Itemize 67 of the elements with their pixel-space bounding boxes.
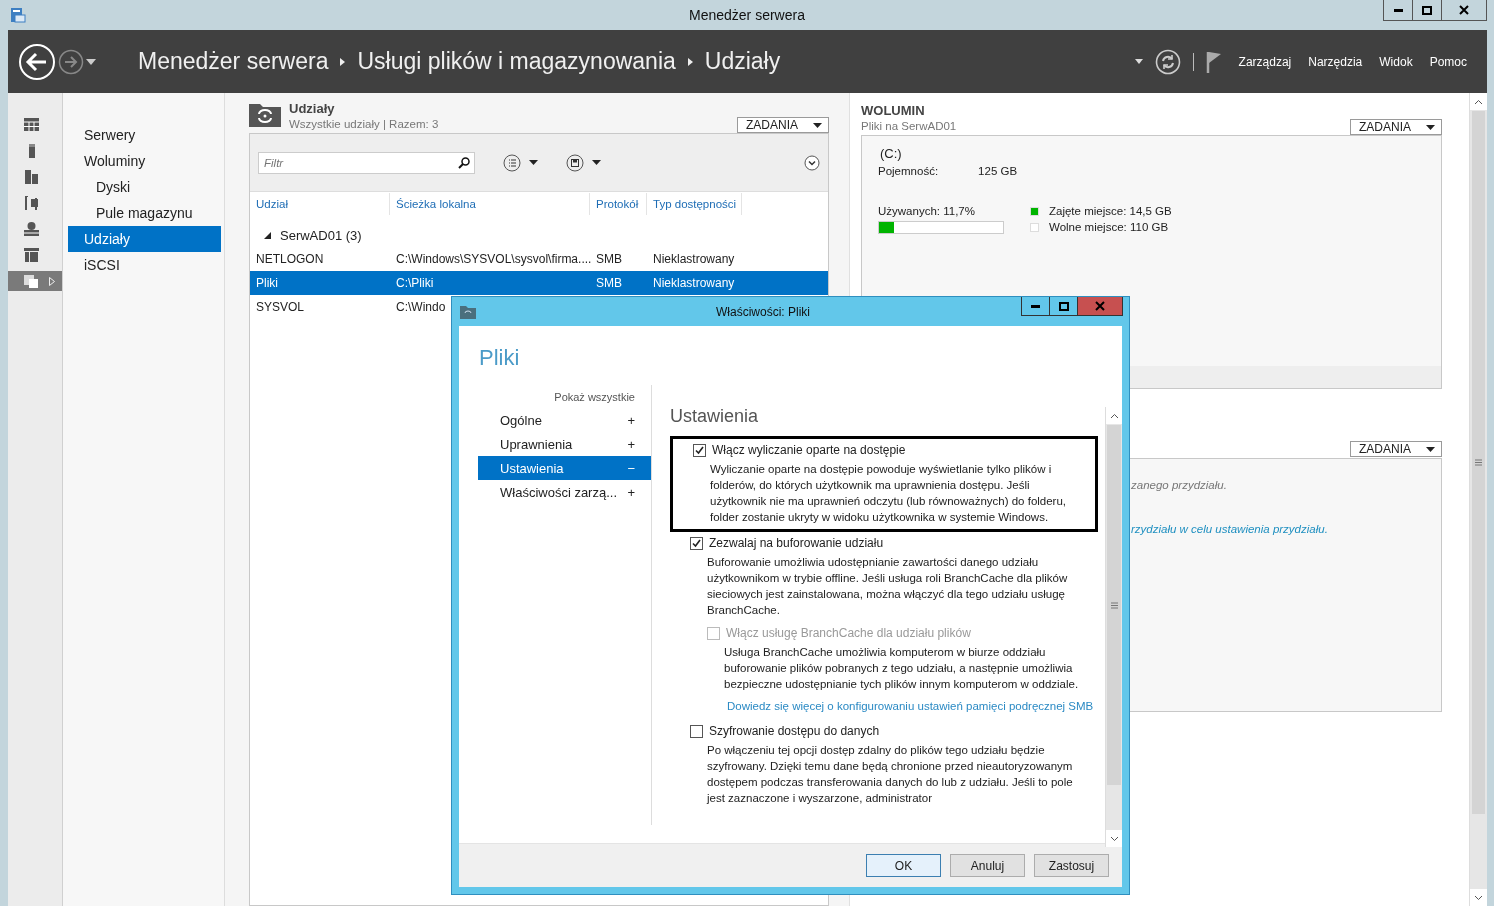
drive-label: (C:) bbox=[880, 146, 903, 161]
column-header[interactable]: Ścieżka lokalna bbox=[390, 193, 590, 215]
tasks-dropdown[interactable]: ZADANIA bbox=[737, 117, 829, 133]
filter-field[interactable]: Filtr bbox=[258, 151, 475, 174]
panel-title: WOLUMIN bbox=[861, 103, 926, 118]
section-tab[interactable]: Ustawienia − bbox=[478, 456, 651, 480]
description: Buforowanie umożliwia udostępnianie zawartości danego udziału użytkownikom w trybie offline. Jeśli usługa roli BranchCache dla plików sieciowych jest zainstalowana, można włączyć dla tego udziału usługę BranchCache. bbox=[707, 555, 1069, 618]
group-label: SerwAD01 (3) bbox=[280, 227, 362, 243]
table-cell: Nieklastrowany bbox=[653, 252, 735, 266]
table-cell: SMB bbox=[596, 276, 622, 290]
breadcrumb[interactable]: Menedżer serwera bbox=[138, 48, 329, 75]
menu-item[interactable]: Zarządzaj bbox=[1238, 54, 1292, 69]
checkbox-label[interactable]: Włącz wyliczanie oparte na dostępie bbox=[712, 443, 906, 457]
dialog-title: Właściwości: Pliki bbox=[716, 304, 810, 319]
table-cell: SYSVOL bbox=[256, 300, 305, 314]
usage-label: Używanych: 11,7% bbox=[878, 205, 976, 217]
legend-label: Wolne miejsce: 110 GB bbox=[1049, 221, 1169, 233]
section-heading: Ustawienia bbox=[670, 406, 759, 428]
nav-item[interactable]: Serwery bbox=[63, 122, 221, 148]
menu-item[interactable]: Narzędzia bbox=[1308, 54, 1363, 69]
checkbox-label[interactable]: Szyfrowanie dostępu do danych bbox=[709, 724, 880, 738]
description: Wyliczanie oparte na dostępie powoduje wyświetlanie tylko plików i folderów, do których użytkownik ma uprawnienia dostępu. Jeśli użytkownik nie ma uprawnień odczytu (lub równoważnych) do folderu, folder zostanie ukryty w widoku użytkownika w systemie Windows. bbox=[710, 462, 1068, 525]
tasks-dropdown[interactable]: ZADANIA bbox=[1350, 119, 1442, 135]
section-tab[interactable]: Ogólne + bbox=[478, 408, 651, 432]
panel-subtitle: Pliki na SerwAD01 bbox=[861, 120, 957, 132]
dialog-heading: Pliki bbox=[479, 345, 521, 372]
table-cell: C:\Pliki bbox=[396, 276, 434, 290]
note-text: zanego przydziału. bbox=[1131, 479, 1227, 491]
table-row[interactable]: Pliki C:\Pliki SMB Nieklastrowany bbox=[250, 271, 828, 295]
checkbox-label[interactable]: Zezwalaj na buforowanie udziału bbox=[709, 536, 884, 550]
dialog-button[interactable]: Zastosuj bbox=[1034, 854, 1109, 877]
menu-item[interactable]: Widok bbox=[1379, 54, 1413, 69]
capacity-label: Pojemność: bbox=[878, 165, 939, 177]
section-tab[interactable]: Uprawnienia + bbox=[478, 432, 651, 456]
table-cell: SMB bbox=[596, 252, 622, 266]
column-header[interactable]: Typ dostępności bbox=[647, 193, 742, 215]
link[interactable]: rzydziału w celu ustawienia przydziału. bbox=[1131, 523, 1328, 535]
column-header[interactable]: Protokół bbox=[590, 193, 647, 215]
table-cell: NETLOGON bbox=[256, 252, 324, 266]
table-cell: Nieklastrowany bbox=[653, 276, 735, 290]
panel-title: Udziały bbox=[289, 101, 336, 116]
section-tab[interactable]: Właściwości zarzą... + bbox=[478, 480, 651, 504]
nav-item[interactable]: Woluminy bbox=[63, 148, 221, 174]
table-cell: C:\Windows\SYSVOL\sysvol\firma.... bbox=[396, 252, 592, 266]
dialog-button[interactable]: Anuluj bbox=[950, 854, 1025, 877]
table-row[interactable]: NETLOGON C:\Windows\SYSVOL\sysvol\firma.... SMB Nieklastrowany bbox=[250, 247, 828, 271]
description: Po włączeniu tej opcji dostęp zdalny do plików tego udziału będzie szyfrowany. Dzięki temu dane będą chronione przed nieautoryzowanym dostępem podczas transferowania danych do lub z udziału. Jeśli to pole jest zaznaczone i wyszarzone, administrator bbox=[707, 743, 1074, 806]
column-header[interactable]: Udział bbox=[250, 193, 390, 215]
nav-item[interactable]: Dyski bbox=[63, 174, 221, 200]
window-title: Menedżer serwera bbox=[689, 7, 805, 23]
help-link[interactable]: Dowiedz się więcej o konfigurowaniu ustawień pamięci podręcznej SMB bbox=[727, 698, 1097, 714]
nav-item[interactable]: iSCSI bbox=[63, 252, 221, 278]
show-all-link[interactable]: Pokaż wszystkie bbox=[478, 391, 651, 408]
capacity-value: 125 GB bbox=[978, 165, 1018, 177]
menu-item[interactable]: Pomoc bbox=[1429, 54, 1467, 69]
breadcrumb[interactable]: Udziały bbox=[704, 48, 781, 75]
tasks-dropdown[interactable]: ZADANIA bbox=[1350, 441, 1442, 457]
default-button[interactable]: OK bbox=[866, 854, 941, 877]
checkbox-label: Włącz usługę BranchCache dla udziału plików bbox=[726, 626, 971, 640]
nav-item[interactable]: Udziały bbox=[68, 226, 221, 252]
nav-item[interactable]: Pule magazynu bbox=[63, 200, 221, 226]
table-cell: Pliki bbox=[256, 276, 278, 290]
table-cell: C:\Windo bbox=[396, 300, 446, 314]
description: Usługa BranchCache umożliwia komputerom w biurze oddziału buforowanie plików pobranych z tego udziału, a następnie umożliwia bezpieczne udostępnianie tych plików innym komputerom w oddziale. bbox=[724, 645, 1079, 692]
breadcrumb[interactable]: Usługi plików i magazynowania bbox=[357, 48, 676, 75]
panel-subtitle: Wszystkie udziały | Razem: 3 bbox=[289, 118, 439, 130]
legend-label: Zajęte miejsce: 14,5 GB bbox=[1049, 205, 1172, 217]
